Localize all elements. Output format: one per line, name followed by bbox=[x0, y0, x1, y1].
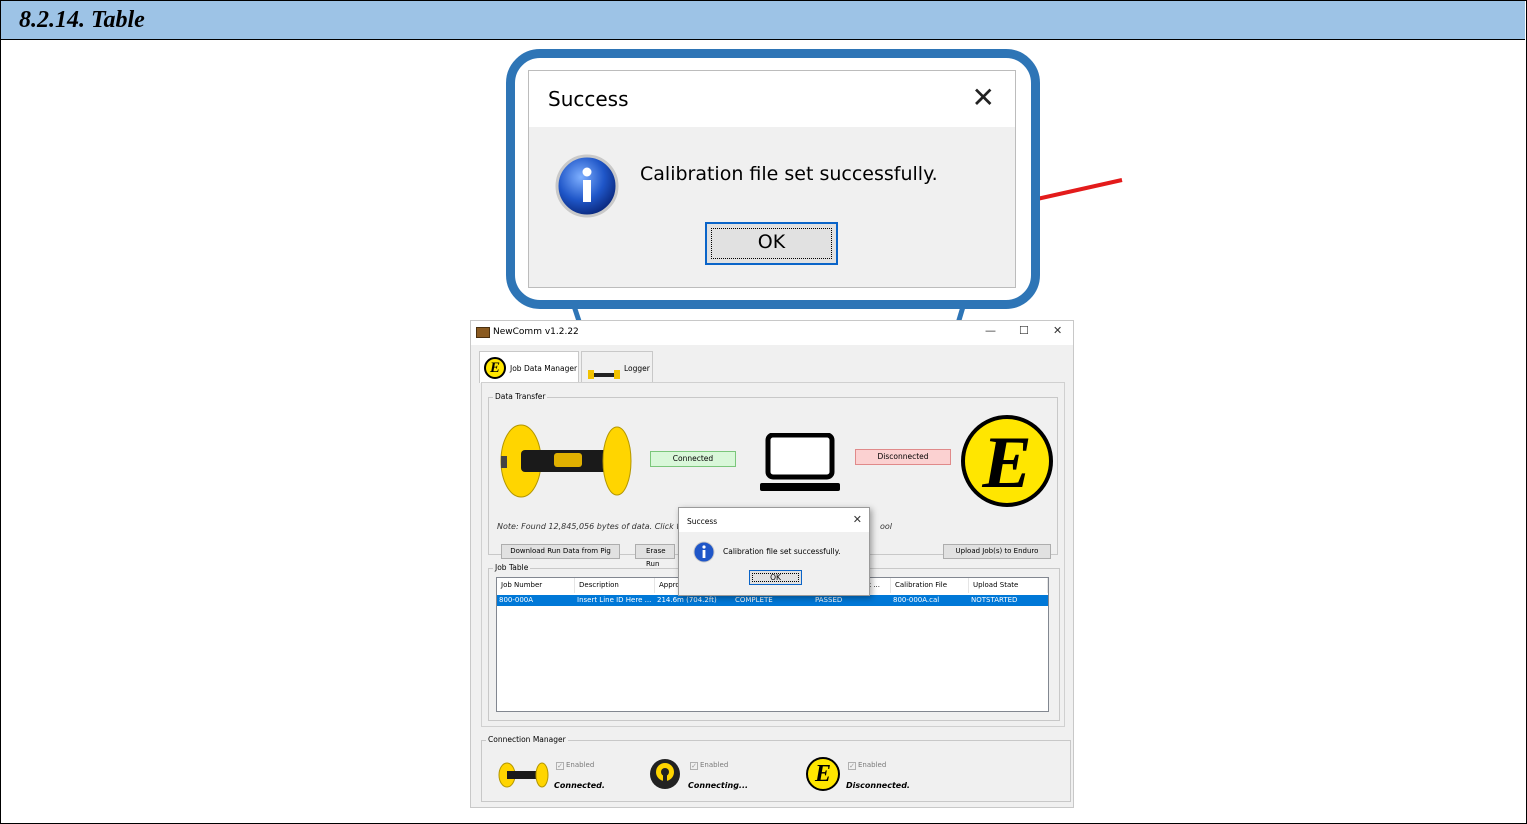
erase-run-button[interactable]: Erase Run bbox=[635, 544, 675, 568]
focus-rect bbox=[711, 228, 832, 259]
dialog-title: Success bbox=[548, 87, 629, 111]
enduro-connection-status: Disconnected bbox=[855, 449, 951, 465]
app-icon bbox=[476, 327, 490, 338]
table-cell: PASSED bbox=[815, 596, 843, 604]
group-label: Data Transfer bbox=[493, 392, 548, 401]
section-header: 8.2.14. Table bbox=[1, 1, 1525, 40]
focus-rect bbox=[752, 573, 799, 582]
ok-button[interactable]: OK bbox=[705, 222, 838, 265]
enduro-e-icon: E bbox=[806, 757, 840, 791]
logger-tool-icon bbox=[588, 364, 620, 379]
connection-manager-group: Connection Manager ✓ Enabled Connected. ✓… bbox=[481, 735, 1071, 802]
group-label: Job Table bbox=[493, 563, 531, 572]
table-cell: 800-000A.cal bbox=[893, 596, 940, 604]
success-dialog: Success ✕ Calibration file set successfu… bbox=[678, 507, 870, 596]
dialog-message: Calibration file set successfully. bbox=[723, 547, 841, 556]
close-icon[interactable]: ✕ bbox=[853, 513, 862, 526]
column-header[interactable]: Calibration File bbox=[891, 578, 969, 593]
minimize-icon[interactable]: — bbox=[985, 324, 996, 337]
enduro-connection-state: Disconnected. bbox=[846, 781, 910, 790]
pig-connection-state: Connected. bbox=[554, 781, 605, 790]
table-cell: 214.6m (704.2ft) bbox=[657, 596, 717, 604]
window-close-icon[interactable]: ✕ bbox=[1053, 324, 1062, 337]
laptop-icon bbox=[760, 432, 840, 499]
enduro-enabled-checkbox[interactable]: ✓ Enabled bbox=[848, 761, 886, 770]
tab-label: Logger bbox=[624, 364, 650, 373]
checkbox-label: Enabled bbox=[700, 761, 729, 769]
column-header[interactable]: Upload State bbox=[969, 578, 1048, 593]
tab-job-data-manager[interactable]: E Job Data Manager bbox=[479, 351, 579, 383]
maximize-icon[interactable]: ☐ bbox=[1019, 324, 1029, 337]
column-header[interactable]: Job Number bbox=[497, 578, 575, 593]
checkmark-icon: ✓ bbox=[848, 762, 856, 770]
dialog-title: Success bbox=[687, 517, 718, 526]
table-cell: Insert Line ID Here ... bbox=[577, 596, 652, 604]
checkbox-label: Enabled bbox=[566, 761, 595, 769]
dialog-titlebar: Success ✕ bbox=[679, 508, 869, 532]
table-cell: 800-000A bbox=[499, 596, 534, 604]
enduro-e-logo: E bbox=[961, 415, 1053, 507]
window-title: NewComm v1.2.22 bbox=[493, 327, 579, 337]
checkmark-icon: ✓ bbox=[690, 762, 698, 770]
info-icon bbox=[693, 541, 715, 567]
section-title: 8.2.14. Table bbox=[19, 7, 145, 33]
window-titlebar: NewComm v1.2.22 — ☐ ✕ bbox=[471, 321, 1073, 345]
ok-button[interactable]: OK bbox=[749, 570, 802, 585]
dialog-message: Calibration file set successfully. bbox=[640, 163, 938, 185]
table-cell: COMPLETE bbox=[735, 596, 773, 604]
data-note: Note: Found 12,845,056 bytes of data. Cl… bbox=[497, 522, 680, 531]
logger-enabled-checkbox[interactable]: ✓ Enabled bbox=[690, 761, 728, 770]
pig-enabled-checkbox[interactable]: ✓ Enabled bbox=[556, 761, 594, 770]
info-icon bbox=[554, 153, 620, 224]
logger-icon bbox=[649, 758, 681, 794]
column-header[interactable]: Description bbox=[575, 578, 655, 593]
download-run-data-button[interactable]: Download Run Data from Pig bbox=[501, 544, 620, 559]
pig-image bbox=[499, 420, 639, 506]
data-note-tail: ool bbox=[880, 522, 893, 531]
pig-icon bbox=[498, 761, 550, 793]
enduro-e-icon: E bbox=[484, 357, 506, 379]
tab-label: Job Data Manager bbox=[510, 364, 578, 373]
checkbox-label: Enabled bbox=[858, 761, 887, 769]
job-table[interactable]: Job Number Description Appro k ... Calib… bbox=[496, 577, 1049, 712]
dialog-titlebar: Success ✕ bbox=[529, 71, 1015, 127]
upload-jobs-button[interactable]: Upload Job(s) to Enduro bbox=[943, 544, 1051, 559]
success-dialog-zoomed: Success ✕ Calibration file set successfu… bbox=[528, 70, 1016, 288]
group-label: Connection Manager bbox=[486, 735, 568, 744]
table-cell: NOTSTARTED bbox=[971, 596, 1018, 604]
checkmark-icon: ✓ bbox=[556, 762, 564, 770]
close-icon[interactable]: ✕ bbox=[972, 81, 995, 114]
logger-connection-state: Connecting... bbox=[688, 781, 749, 790]
pig-connection-status: Connected bbox=[650, 451, 736, 467]
tab-logger[interactable]: Logger bbox=[581, 351, 653, 383]
